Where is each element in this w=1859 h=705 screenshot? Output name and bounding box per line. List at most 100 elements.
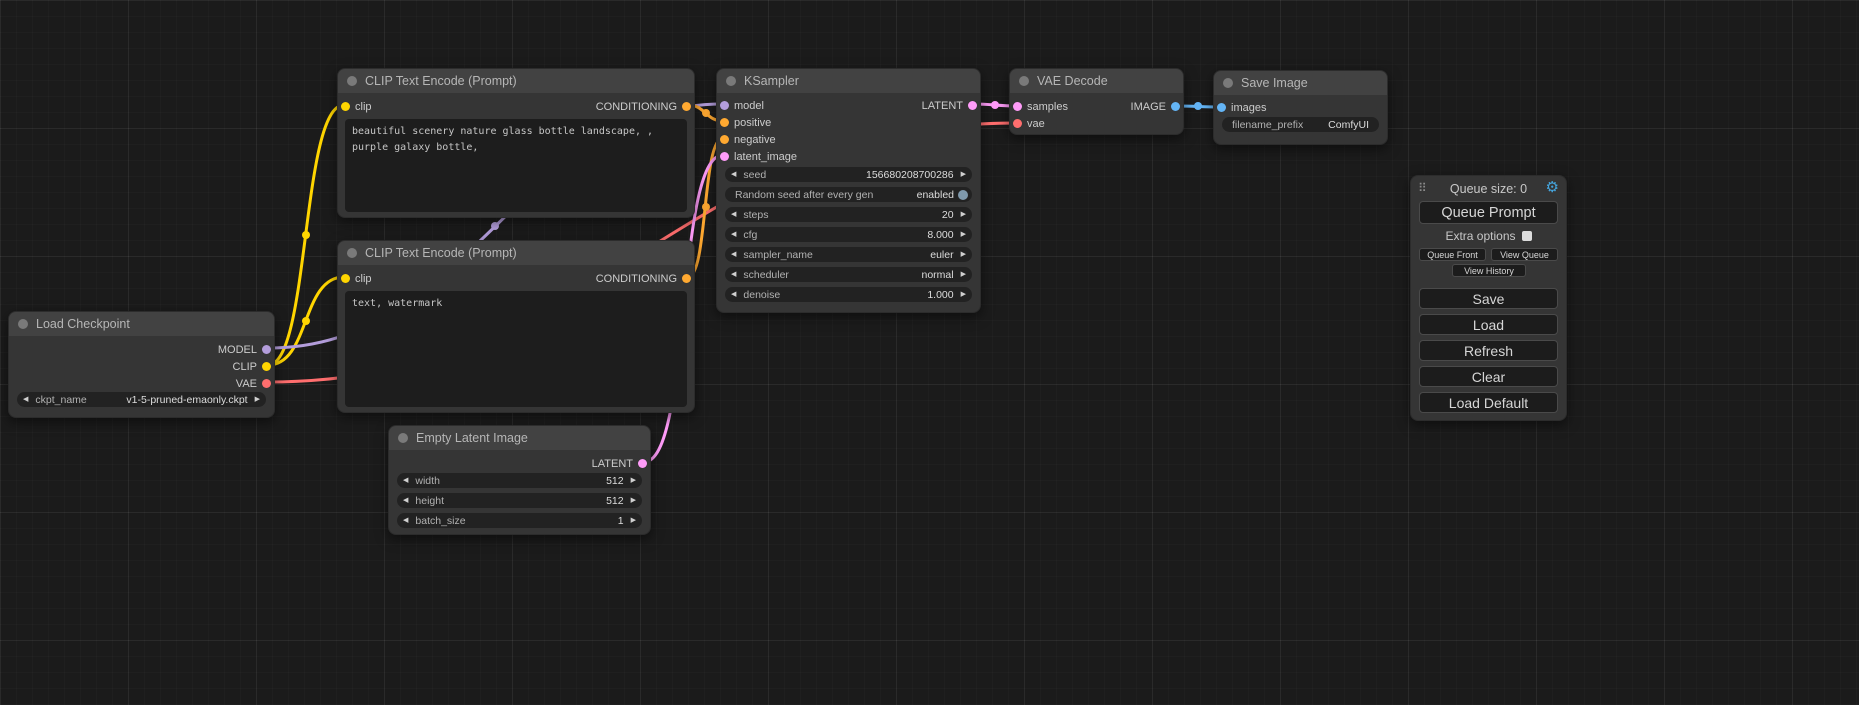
link-midpoint-dot <box>1194 102 1202 110</box>
slot-label-image: IMAGE <box>1131 101 1166 113</box>
output-dot-conditioning[interactable] <box>682 274 691 283</box>
collapse-dot-icon[interactable] <box>1019 76 1029 86</box>
collapse-dot-icon[interactable] <box>398 433 408 443</box>
decrement-arrow-icon[interactable]: ◀ <box>23 396 28 403</box>
widget-value: 512 <box>606 475 624 487</box>
increment-arrow-icon[interactable]: ▶ <box>961 211 966 218</box>
node-clip-text-encode-positive[interactable]: CLIP Text Encode (Prompt) clip CONDITION… <box>337 68 695 218</box>
output-dot-clip[interactable] <box>262 362 271 371</box>
increment-arrow-icon[interactable]: ▶ <box>961 251 966 258</box>
collapse-dot-icon[interactable] <box>726 76 736 86</box>
decrement-arrow-icon[interactable]: ◀ <box>731 171 736 178</box>
refresh-button[interactable]: Refresh <box>1419 340 1558 361</box>
widget-seed[interactable]: ◀ seed 156680208700286 ▶ <box>725 167 972 182</box>
extra-options-checkbox[interactable] <box>1522 231 1532 241</box>
increment-arrow-icon[interactable]: ▶ <box>961 171 966 178</box>
node-load-checkpoint[interactable]: Load Checkpoint MODEL CLIP VAE ◀ ckpt_na… <box>8 311 275 418</box>
output-dot-image[interactable] <box>1171 102 1180 111</box>
node-title-bar[interactable]: Save Image <box>1214 71 1387 95</box>
input-dot-images[interactable] <box>1217 103 1226 112</box>
output-dot-latent[interactable] <box>968 101 977 110</box>
node-title-bar[interactable]: CLIP Text Encode (Prompt) <box>338 241 694 265</box>
increment-arrow-icon[interactable]: ▶ <box>631 497 636 504</box>
view-queue-button[interactable]: View Queue <box>1491 248 1558 261</box>
widget-filename-prefix[interactable]: filename_prefix ComfyUI <box>1222 117 1379 132</box>
widget-value: enabled <box>917 189 954 201</box>
node-title: Empty Latent Image <box>416 431 528 445</box>
widget-value: v1-5-pruned-emaonly.ckpt <box>126 394 247 406</box>
decrement-arrow-icon[interactable]: ◀ <box>731 271 736 278</box>
slot-row: model LATENT <box>717 97 980 114</box>
collapse-dot-icon[interactable] <box>347 76 357 86</box>
output-dot-latent[interactable] <box>638 459 647 468</box>
input-dot-clip[interactable] <box>341 274 350 283</box>
toggle-dot[interactable] <box>958 190 968 200</box>
view-history-button[interactable]: View History <box>1452 264 1526 277</box>
increment-arrow-icon[interactable]: ▶ <box>255 396 260 403</box>
widget-random-seed[interactable]: Random seed after every gen enabled <box>725 187 972 202</box>
widget-sampler-name[interactable]: ◀ sampler_name euler ▶ <box>725 247 972 262</box>
output-dot-conditioning[interactable] <box>682 102 691 111</box>
node-save-image[interactable]: Save Image images filename_prefix ComfyU… <box>1213 70 1388 145</box>
node-clip-text-encode-negative[interactable]: CLIP Text Encode (Prompt) clip CONDITION… <box>337 240 695 413</box>
output-dot-vae[interactable] <box>262 379 271 388</box>
node-title-bar[interactable]: Load Checkpoint <box>9 312 274 336</box>
link-midpoint-dot <box>302 317 310 325</box>
widget-label: width <box>415 475 440 487</box>
settings-gear-icon[interactable]: ⚙ <box>1546 180 1559 195</box>
node-title-bar[interactable]: CLIP Text Encode (Prompt) <box>338 69 694 93</box>
clear-button[interactable]: Clear <box>1419 366 1558 387</box>
increment-arrow-icon[interactable]: ▶ <box>961 271 966 278</box>
input-dot-latent-image[interactable] <box>720 152 729 161</box>
widget-height[interactable]: ◀ height 512 ▶ <box>397 493 642 508</box>
prompt-textarea[interactable]: text, watermark <box>345 291 687 407</box>
widget-cfg[interactable]: ◀ cfg 8.000 ▶ <box>725 227 972 242</box>
decrement-arrow-icon[interactable]: ◀ <box>731 251 736 258</box>
decrement-arrow-icon[interactable]: ◀ <box>403 517 408 524</box>
save-button[interactable]: Save <box>1419 288 1558 309</box>
widget-width[interactable]: ◀ width 512 ▶ <box>397 473 642 488</box>
input-dot-positive[interactable] <box>720 118 729 127</box>
widget-scheduler[interactable]: ◀ scheduler normal ▶ <box>725 267 972 282</box>
widget-label: seed <box>743 169 766 181</box>
queue-front-button[interactable]: Queue Front <box>1419 248 1486 261</box>
increment-arrow-icon[interactable]: ▶ <box>961 291 966 298</box>
load-button[interactable]: Load <box>1419 314 1558 335</box>
node-title: CLIP Text Encode (Prompt) <box>365 74 517 88</box>
widget-denoise[interactable]: ◀ denoise 1.000 ▶ <box>725 287 972 302</box>
input-dot-vae[interactable] <box>1013 119 1022 128</box>
input-dot-model[interactable] <box>720 101 729 110</box>
decrement-arrow-icon[interactable]: ◀ <box>731 211 736 218</box>
node-title-bar[interactable]: VAE Decode <box>1010 69 1183 93</box>
load-default-button[interactable]: Load Default <box>1419 392 1558 413</box>
widget-batch-size[interactable]: ◀ batch_size 1 ▶ <box>397 513 642 528</box>
input-dot-clip[interactable] <box>341 102 350 111</box>
output-dot-model[interactable] <box>262 345 271 354</box>
widget-ckpt-name[interactable]: ◀ ckpt_name v1-5-pruned-emaonly.ckpt ▶ <box>17 392 266 407</box>
prompt-textarea[interactable]: beautiful scenery nature glass bottle la… <box>345 119 687 212</box>
collapse-dot-icon[interactable] <box>347 248 357 258</box>
input-dot-samples[interactable] <box>1013 102 1022 111</box>
queue-size-label: Queue size: 0 <box>1411 182 1566 196</box>
queue-prompt-button[interactable]: Queue Prompt <box>1419 201 1558 224</box>
slot-label-vae: vae <box>1027 118 1045 130</box>
node-title-bar[interactable]: KSampler <box>717 69 980 93</box>
node-vae-decode[interactable]: VAE Decode samples IMAGE vae <box>1009 68 1184 135</box>
widget-value: 8.000 <box>927 229 953 241</box>
increment-arrow-icon[interactable]: ▶ <box>631 517 636 524</box>
decrement-arrow-icon[interactable]: ◀ <box>403 477 408 484</box>
slot-label-conditioning: CONDITIONING <box>596 273 677 285</box>
slot-label-samples: samples <box>1027 101 1068 113</box>
decrement-arrow-icon[interactable]: ◀ <box>731 291 736 298</box>
collapse-dot-icon[interactable] <box>1223 78 1233 88</box>
increment-arrow-icon[interactable]: ▶ <box>961 231 966 238</box>
collapse-dot-icon[interactable] <box>18 319 28 329</box>
increment-arrow-icon[interactable]: ▶ <box>631 477 636 484</box>
decrement-arrow-icon[interactable]: ◀ <box>403 497 408 504</box>
decrement-arrow-icon[interactable]: ◀ <box>731 231 736 238</box>
widget-steps[interactable]: ◀ steps 20 ▶ <box>725 207 972 222</box>
node-empty-latent-image[interactable]: Empty Latent Image LATENT ◀ width 512 ▶ … <box>388 425 651 535</box>
node-title-bar[interactable]: Empty Latent Image <box>389 426 650 450</box>
input-dot-negative[interactable] <box>720 135 729 144</box>
node-ksampler[interactable]: KSampler model LATENT positive negative … <box>716 68 981 313</box>
